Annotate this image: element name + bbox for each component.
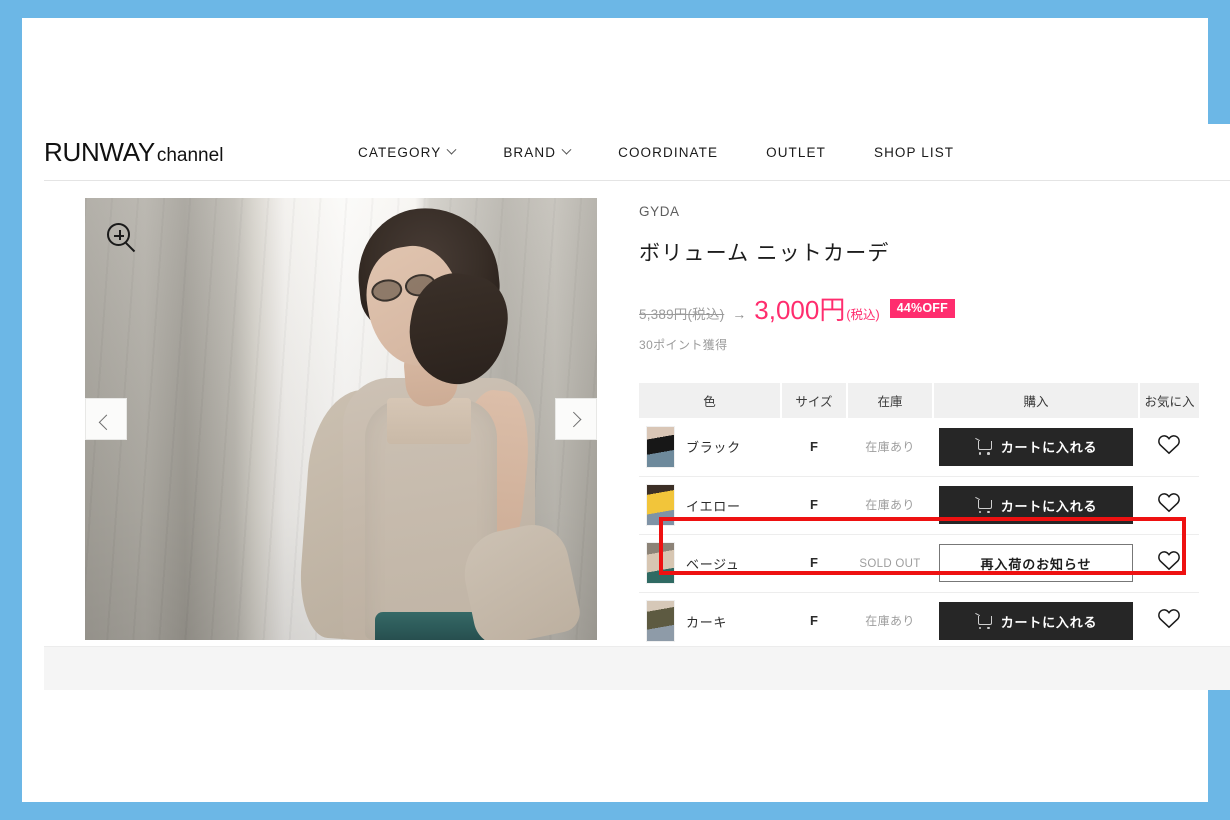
product-detail: GYDA ボリューム ニットカーデ 5,389円(税込) → 3,000 円 (… [597, 198, 1230, 690]
add-to-cart-label: カートに入れる [1000, 498, 1098, 514]
chevron-down-icon [561, 144, 572, 155]
col-header-favorite: お気に入 [1139, 383, 1199, 418]
heart-outline-icon[interactable] [1157, 434, 1181, 460]
variant-swatch[interactable] [646, 600, 675, 642]
variants-table: 色 サイズ 在庫 購入 お気に入 ブラック F 在庫あり カートに入れる イエロ… [639, 383, 1199, 651]
logo-sub-text: channel [156, 144, 224, 166]
site-logo[interactable]: RUNWAY channel [44, 137, 334, 168]
add-to-cart-label: カートに入れる [1000, 440, 1098, 456]
heart-outline-icon[interactable] [1157, 608, 1181, 634]
price-row: 5,389円(税込) → 3,000 円 (税込) 44%OFF [639, 290, 1230, 327]
discount-badge: 44%OFF [889, 298, 955, 319]
cart-icon [975, 498, 992, 514]
nav-item-brand[interactable]: BRAND [479, 144, 594, 160]
table-row: イエロー F 在庫あり カートに入れる [639, 476, 1199, 535]
col-header-stock: 在庫 [847, 383, 934, 418]
chevron-right-icon [565, 411, 581, 427]
variant-swatch[interactable] [646, 484, 675, 526]
model-illustration [235, 198, 584, 640]
variant-size: F [810, 497, 818, 512]
variant-stock-status: 在庫あり [865, 439, 915, 454]
variant-size: F [810, 555, 818, 570]
nav-item-category[interactable]: CATEGORY [334, 144, 479, 160]
variant-swatch[interactable] [646, 542, 675, 584]
nav-item-outlet[interactable]: OUTLET [742, 145, 850, 160]
ec-product-page: RUNWAY channel CATEGORY BRAND COORDINATE … [44, 124, 1230, 690]
variant-stock-status: 在庫あり [865, 614, 915, 628]
chevron-left-icon [98, 414, 114, 430]
table-row: カーキ F 在庫あり カートに入れる [639, 592, 1199, 651]
logo-main-text: RUNWAY [44, 136, 155, 167]
nav-item-shop-list[interactable]: SHOP LIST [850, 145, 978, 160]
product-photo[interactable] [85, 198, 597, 640]
main-navigation: CATEGORY BRAND COORDINATE OUTLET SHOP LI… [334, 144, 978, 160]
variant-swatch[interactable] [646, 425, 675, 468]
variant-color-name: ブラック [686, 440, 741, 456]
nav-label-shop-list: SHOP LIST [873, 144, 955, 160]
nav-label-brand: BRAND [503, 144, 557, 160]
nav-label-outlet: OUTLET [766, 144, 826, 160]
heart-outline-icon[interactable] [1157, 550, 1181, 576]
original-price: 5,389円(税込) [639, 307, 725, 322]
variants-table-header-row: 色 サイズ 在庫 購入 お気に入 [639, 383, 1199, 418]
chevron-down-icon [446, 144, 457, 155]
table-row: ブラック F 在庫あり カートに入れる [639, 418, 1199, 477]
add-to-cart-button[interactable]: カートに入れる [939, 602, 1133, 640]
restock-notify-label: 再入荷のお知らせ [980, 556, 1092, 572]
restock-notify-button[interactable]: 再入荷のお知らせ [939, 544, 1133, 582]
add-to-cart-label: カートに入れる [1000, 614, 1098, 630]
gallery-prev-button[interactable] [85, 398, 127, 440]
variant-color-name: カーキ [686, 614, 728, 630]
sale-price-yen: 円 [819, 295, 846, 325]
col-header-size: サイズ [781, 383, 848, 418]
cart-icon [975, 439, 992, 455]
price-arrow-icon: → [732, 306, 747, 322]
sale-price-tax-note: (税込) [846, 308, 880, 322]
variant-size: F [810, 613, 818, 628]
nav-item-coordinate[interactable]: COORDINATE [594, 145, 742, 160]
add-to-cart-button[interactable]: カートに入れる [939, 427, 1133, 466]
product-title: ボリューム ニットカーデ [639, 242, 890, 265]
product-brand[interactable]: GYDA [639, 204, 1230, 219]
product-gallery [85, 198, 597, 640]
magnifier-plus-icon[interactable] [107, 223, 139, 255]
add-to-cart-button[interactable]: カートに入れる [939, 486, 1133, 524]
table-row: ベージュ F SOLD OUT 再入荷のお知らせ [639, 534, 1199, 593]
variant-stock-status: SOLD OUT [859, 558, 921, 570]
cart-icon [975, 614, 992, 630]
col-header-purchase: 購入 [933, 383, 1140, 418]
variant-size: F [810, 438, 818, 454]
variant-stock-status: 在庫あり [865, 498, 915, 512]
gallery-next-button[interactable] [555, 398, 597, 440]
heart-outline-icon[interactable] [1157, 492, 1181, 518]
nav-label-category: CATEGORY [358, 144, 442, 160]
sale-price-amount: 3,000 [754, 295, 820, 325]
points-earned: 30ポイント獲得 [639, 338, 728, 352]
site-header: RUNWAY channel CATEGORY BRAND COORDINATE … [44, 124, 1230, 181]
nav-label-coordinate: COORDINATE [618, 144, 719, 160]
variant-color-name: イエロー [686, 498, 741, 514]
product-body: GYDA ボリューム ニットカーデ 5,389円(税込) → 3,000 円 (… [44, 181, 1230, 690]
col-header-color: 色 [639, 383, 782, 418]
variant-color-name: ベージュ [686, 556, 740, 572]
page-bottom-band [44, 646, 1230, 690]
